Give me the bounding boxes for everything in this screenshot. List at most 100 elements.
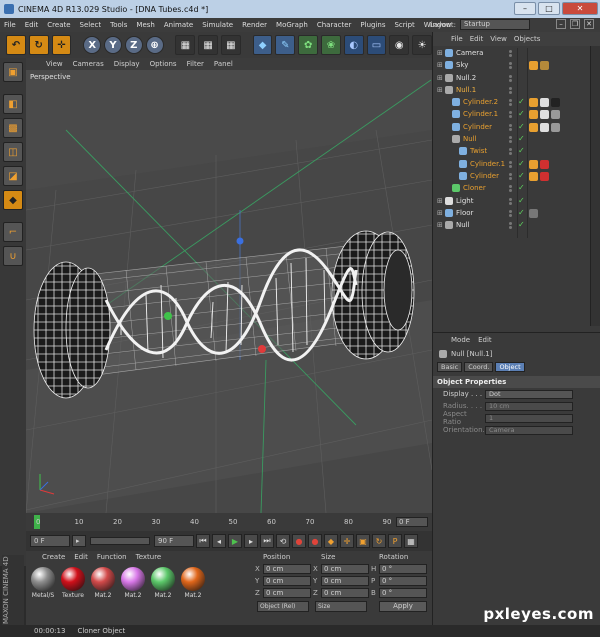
- polygons-mode-icon[interactable]: ◆: [3, 190, 23, 210]
- material-tag-icon[interactable]: [551, 110, 560, 120]
- material-tag-icon[interactable]: [540, 110, 549, 120]
- menu-tools[interactable]: Tools: [110, 21, 127, 29]
- menu-edit[interactable]: Edit: [25, 21, 39, 29]
- expand-toggle-icon[interactable]: ⊞: [437, 221, 443, 229]
- material-menu-function[interactable]: Function: [97, 553, 127, 561]
- material-menu-texture[interactable]: Texture: [136, 553, 162, 561]
- expand-toggle-icon[interactable]: ⊞: [437, 74, 443, 82]
- go-to-end-icon[interactable]: ⏭: [260, 534, 274, 548]
- end-frame-field[interactable]: 90 F: [154, 535, 194, 547]
- material-swatch[interactable]: Mat.2: [180, 567, 206, 599]
- make-editable-icon[interactable]: ▣: [3, 62, 23, 82]
- material-tag-icon[interactable]: [529, 171, 538, 181]
- size-value-field[interactable]: 0 cm: [321, 588, 369, 598]
- move-tool-icon[interactable]: ✛: [51, 35, 72, 55]
- preview-range-slider[interactable]: [90, 537, 150, 545]
- material-tag-icon[interactable]: [551, 122, 560, 132]
- render-settings-icon[interactable]: ▦: [221, 35, 241, 55]
- keyframe-selection-icon[interactable]: ◆: [324, 534, 338, 548]
- material-tag-icon[interactable]: [529, 61, 538, 71]
- rotation-key-icon[interactable]: ↻: [372, 534, 386, 548]
- visibility-dots[interactable]: [509, 185, 513, 193]
- viewport-menu-view[interactable]: View: [46, 60, 63, 68]
- material-menu-edit[interactable]: Edit: [74, 553, 88, 561]
- object-manager-menu-objects[interactable]: Objects: [514, 35, 540, 43]
- camera-icon[interactable]: ◉: [389, 35, 410, 55]
- enable-checkmark-icon[interactable]: ✓: [518, 196, 525, 205]
- cloner-icon[interactable]: ❀: [321, 35, 341, 55]
- material-tag-icon[interactable]: [540, 98, 549, 108]
- edges-mode-icon[interactable]: ◪: [3, 166, 23, 186]
- viewport-menu-panel[interactable]: Panel: [214, 60, 233, 68]
- object-row[interactable]: Cloner ✓: [433, 183, 591, 195]
- cube-primitive-icon[interactable]: ◆: [252, 35, 273, 55]
- object-manager-menu-view[interactable]: View: [490, 35, 507, 43]
- material-tag-icon[interactable]: [529, 110, 538, 120]
- enable-checkmark-icon[interactable]: ✓: [518, 183, 525, 192]
- subdivision-surface-icon[interactable]: ✿: [298, 35, 319, 55]
- tab-basic[interactable]: Basic: [437, 362, 463, 372]
- snap-icon[interactable]: ∪: [3, 246, 23, 266]
- visibility-dots[interactable]: [509, 123, 513, 132]
- menu-file[interactable]: File: [4, 21, 16, 29]
- start-frame-field[interactable]: 0 F: [30, 535, 70, 547]
- expand-toggle-icon[interactable]: ⊞: [437, 49, 443, 57]
- viewport-menu-cameras[interactable]: Cameras: [73, 60, 104, 68]
- enable-checkmark-icon[interactable]: ✓: [518, 159, 525, 168]
- play-icon[interactable]: ▶: [228, 534, 242, 548]
- menu-character[interactable]: Character: [317, 21, 352, 29]
- visibility-dots[interactable]: [509, 50, 513, 58]
- menu-plugins[interactable]: Plugins: [360, 21, 385, 29]
- size-mode-dropdown[interactable]: Size: [315, 601, 367, 612]
- loop-icon[interactable]: ⟲: [276, 534, 290, 548]
- rotation-value-field[interactable]: 0 °: [379, 576, 427, 586]
- current-frame-field[interactable]: 0 F: [396, 517, 428, 527]
- parameter-key-icon[interactable]: P: [388, 534, 402, 548]
- point-level-icon[interactable]: ▦: [404, 534, 418, 548]
- record-icon[interactable]: ●: [292, 534, 306, 548]
- object-row[interactable]: Cylinder.2 ✓: [433, 97, 591, 109]
- position-value-field[interactable]: 0 cm: [263, 588, 311, 598]
- visibility-dots[interactable]: [509, 148, 513, 156]
- rotation-value-field[interactable]: 0 °: [379, 588, 427, 598]
- go-to-start-icon[interactable]: ⏮: [196, 534, 210, 548]
- enable-checkmark-icon[interactable]: ✓: [518, 208, 525, 217]
- deformer-icon[interactable]: ◐: [343, 35, 364, 55]
- light-icon[interactable]: ☀: [412, 35, 432, 55]
- attribute-menu-mode[interactable]: Mode: [451, 336, 470, 344]
- viewport-menu-options[interactable]: Options: [150, 60, 177, 68]
- position-value-field[interactable]: 0 cm: [263, 564, 311, 574]
- position-value-field[interactable]: 0 cm: [263, 576, 311, 586]
- points-mode-icon[interactable]: ◫: [3, 142, 23, 162]
- material-menu-create[interactable]: Create: [42, 553, 65, 561]
- z-axis-lock-icon[interactable]: Z: [124, 36, 143, 54]
- enable-checkmark-icon[interactable]: ✓: [518, 171, 525, 180]
- close-button[interactable]: ✕: [562, 2, 598, 15]
- visibility-dots[interactable]: [509, 136, 513, 144]
- material-tag-icon[interactable]: [540, 159, 549, 169]
- menu-create[interactable]: Create: [47, 21, 70, 29]
- object-row[interactable]: ⊞ Null.1: [433, 85, 591, 97]
- spline-pen-icon[interactable]: ✎: [275, 35, 296, 55]
- rotation-value-field[interactable]: 0 °: [379, 564, 427, 574]
- minimize-button[interactable]: –: [514, 2, 536, 15]
- layout-dropdown[interactable]: Startup: [460, 19, 530, 30]
- floor-icon[interactable]: ▭: [366, 35, 387, 55]
- menu-render[interactable]: Render: [242, 21, 267, 29]
- enable-axis-icon[interactable]: ⌐: [3, 222, 23, 242]
- timeline-ruler[interactable]: 0 F 0 10 20 30 40 50 60 70 80 90: [26, 513, 432, 531]
- tab-object[interactable]: Object: [495, 362, 525, 372]
- material-tag-icon[interactable]: [551, 98, 560, 108]
- material-tag-icon[interactable]: [540, 171, 549, 181]
- object-row[interactable]: Cylinder.1 ✓: [433, 109, 591, 121]
- visibility-dots[interactable]: [509, 209, 513, 218]
- expand-toggle-icon[interactable]: ⊞: [437, 86, 443, 94]
- visibility-dots[interactable]: [509, 99, 513, 107]
- expand-toggle-icon[interactable]: ⊞: [437, 61, 443, 69]
- object-row[interactable]: ⊞ Light ✓: [433, 196, 591, 208]
- rotate-tool-icon[interactable]: ↻: [28, 35, 49, 55]
- model-mode-icon[interactable]: ◧: [3, 94, 23, 114]
- material-swatch[interactable]: Mat.2: [90, 567, 116, 599]
- visibility-dots[interactable]: [509, 222, 513, 230]
- layout-selector[interactable]: Layout: Startup: [430, 19, 530, 30]
